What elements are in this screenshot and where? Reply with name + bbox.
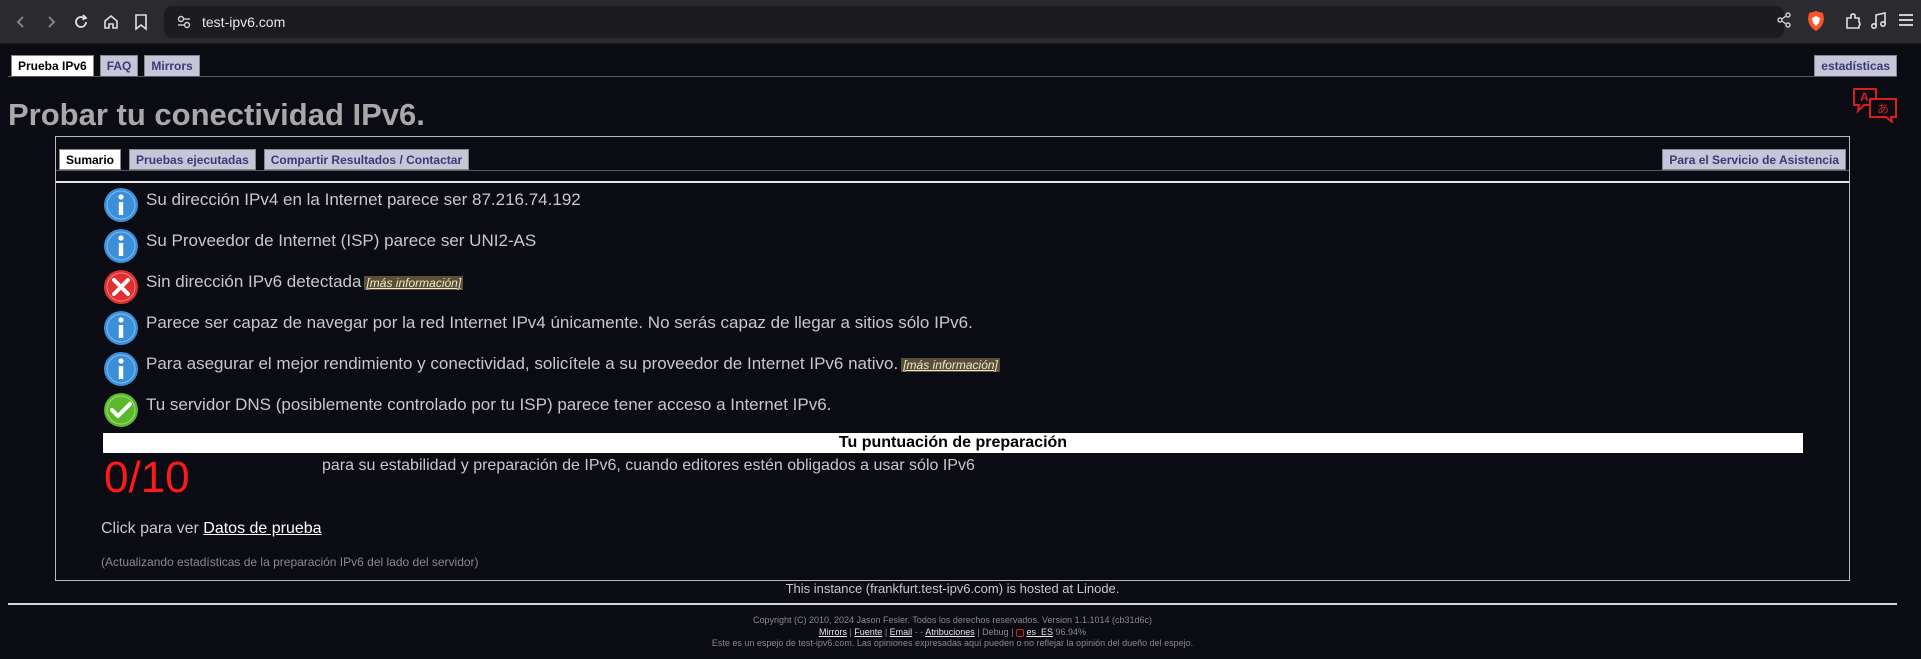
tab-servicio-asistencia[interactable]: Para el Servicio de Asistencia: [1662, 149, 1846, 170]
extensions-icon[interactable]: [1843, 11, 1863, 36]
svg-text:あ: あ: [1877, 102, 1889, 116]
media-icon[interactable]: [1869, 11, 1889, 36]
result-text: Para asegurar el mejor rendimiento y con…: [146, 354, 1000, 373]
readiness-score-header: Tu puntuación de preparación: [103, 433, 1803, 453]
test-data-link[interactable]: Datos de prueba: [203, 520, 321, 537]
tab-compartir-resultados[interactable]: Compartir Resultados / Contactar: [263, 149, 470, 170]
brave-shields-icon[interactable]: [1806, 10, 1826, 37]
address-bar[interactable]: test-ipv6.com: [164, 6, 1784, 38]
tab-sumario[interactable]: Sumario: [59, 149, 122, 170]
footer-debug-link[interactable]: Debug: [982, 627, 1009, 637]
result-text: Parece ser capaz de navegar por la red I…: [146, 313, 973, 332]
section-divider: [56, 181, 1849, 183]
footer-email-link[interactable]: Email: [890, 627, 913, 637]
svg-text:A: A: [1860, 90, 1869, 104]
page-title: Probar tu conectividad IPv6.: [8, 97, 425, 132]
test-data-line: Click para ver Datos de prueba: [101, 520, 322, 537]
back-icon[interactable]: [10, 11, 32, 33]
footer-divider: [8, 603, 1897, 605]
reload-icon[interactable]: [70, 11, 92, 33]
tab-mirrors[interactable]: Mirrors: [144, 55, 200, 77]
url-text: test-ipv6.com: [202, 14, 286, 30]
bookmark-icon[interactable]: [130, 11, 152, 33]
info-icon: [104, 188, 138, 222]
top-tab-bar: Prueba IPv6 FAQ Mirrors: [11, 55, 200, 77]
error-icon: [104, 270, 138, 304]
footer-source-link[interactable]: Fuente: [854, 627, 882, 637]
tab-prueba-ipv6[interactable]: Prueba IPv6: [11, 55, 94, 77]
footer-mirrors-link[interactable]: Mirrors: [819, 627, 847, 637]
result-row: Para asegurar el mejor rendimiento y con…: [103, 351, 1000, 387]
hosted-notice: This instance (frankfurt.test-ipv6.com) …: [785, 581, 1120, 596]
page-content: Prueba IPv6 FAQ Mirrors estadísticas Pro…: [0, 45, 1921, 659]
result-text: Sin dirección IPv6 detectada [más informa…: [146, 272, 464, 291]
result-tab-bar: Sumario Pruebas ejecutadas Compartir Res…: [59, 149, 470, 170]
score-description: para su estabilidad y preparación de IPv…: [322, 457, 975, 474]
footer-attributions-link[interactable]: Atribuciones: [925, 627, 975, 637]
tab-pruebas-ejecutadas[interactable]: Pruebas ejecutadas: [129, 149, 256, 170]
result-text: Tu servidor DNS (posiblemente controlado…: [146, 395, 832, 414]
result-row: Parece ser capaz de navegar por la red I…: [103, 310, 973, 346]
tab-divider: [56, 170, 1849, 171]
forward-icon[interactable]: [40, 11, 62, 33]
locale-flag-icon: [1015, 628, 1024, 637]
more-info-link[interactable]: [más información]: [901, 358, 1000, 372]
result-row: Sin dirección IPv6 detectada [más informa…: [103, 269, 464, 305]
footer-links: Mirrors | Fuente | Email - - Atribucione…: [818, 627, 1087, 637]
result-text: Su Proveedor de Internet (ISP) parece se…: [146, 231, 537, 250]
readiness-score: 0/10: [104, 453, 190, 502]
updating-status: (Actualizando estadísticas de la prepara…: [101, 555, 479, 569]
info-icon: [104, 229, 138, 263]
info-icon: [104, 311, 138, 345]
result-row: Su dirección IPv4 en la Internet parece …: [103, 187, 581, 223]
check-icon: [104, 393, 138, 427]
result-text: Su dirección IPv4 en la Internet parece …: [146, 190, 581, 209]
translate-icon[interactable]: A あ: [1852, 87, 1898, 128]
menu-icon[interactable]: [1897, 11, 1915, 34]
footer-locale-link[interactable]: es_ES: [1026, 627, 1053, 637]
results-panel: Sumario Pruebas ejecutadas Compartir Res…: [55, 136, 1850, 581]
tab-estadisticas[interactable]: estadísticas: [1814, 55, 1897, 77]
result-row: Su Proveedor de Internet (ISP) parece se…: [103, 228, 536, 264]
mirror-disclaimer: Este es un espejo de test-ipv6.com. Las …: [711, 638, 1194, 648]
result-row: Tu servidor DNS (posiblemente controlado…: [103, 392, 831, 428]
browser-toolbar: test-ipv6.com: [0, 0, 1921, 44]
more-info-link[interactable]: [más información]: [364, 276, 464, 290]
share-icon[interactable]: [1775, 11, 1793, 34]
info-icon: [104, 352, 138, 386]
home-icon[interactable]: [100, 11, 122, 33]
site-settings-icon[interactable]: [176, 14, 192, 30]
tab-faq[interactable]: FAQ: [99, 55, 139, 77]
copyright: Copyright (C) 2010, 2024 Jason Fesler. T…: [752, 615, 1153, 625]
tab-divider: [8, 76, 1897, 77]
locale-percent: 96.94%: [1055, 627, 1087, 637]
